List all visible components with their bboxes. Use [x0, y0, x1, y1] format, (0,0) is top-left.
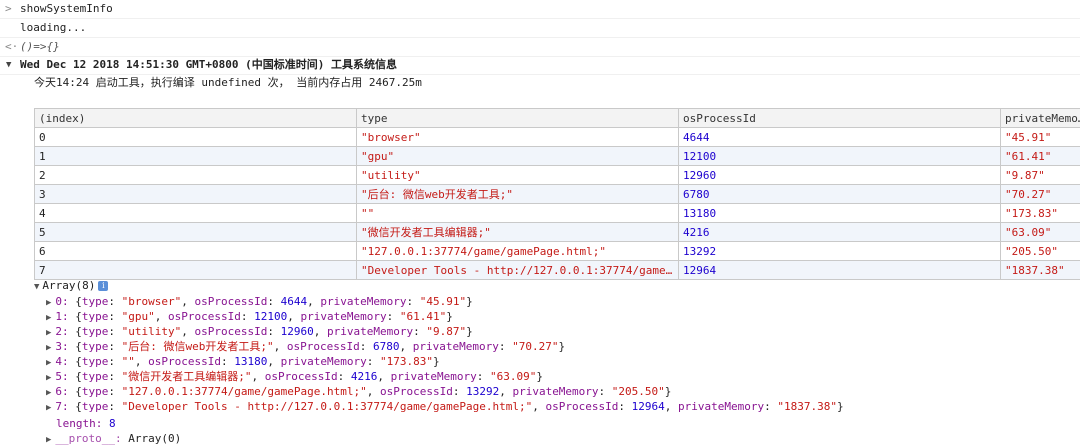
table-cell-osprocessid: 12960: [678, 165, 1001, 185]
expand-triangle-icon[interactable]: ▶: [46, 403, 51, 413]
table-cell-index: 5: [34, 222, 357, 242]
table-row[interactable]: 3 "后台: 微信web开发者工具;" 6780 "70.27": [34, 184, 1080, 204]
table-cell-index: 1: [34, 146, 357, 166]
console-group-message: 今天14:24 启动工具，执行编译 undefined 次， 当前内存占用 24…: [0, 74, 1080, 92]
table-cell-index: 6: [34, 241, 357, 261]
table-cell-type: "utility": [356, 165, 679, 185]
table-cell-type: "": [356, 203, 679, 223]
table-cell-privatememory: "61.41": [1000, 146, 1080, 166]
column-header-osprocessid[interactable]: osProcessId: [678, 108, 1001, 128]
console-return-line: <· ()=>{}: [0, 38, 1080, 57]
table-cell-type: "后台: 微信web开发者工具;": [356, 184, 679, 204]
console-log-line: loading...: [0, 19, 1080, 38]
table-cell-index: 3: [34, 184, 357, 204]
array-length: length: 8: [56, 417, 116, 430]
array-proto[interactable]: ▶ __proto__: Array(0): [46, 431, 181, 446]
table-row[interactable]: 5 "微信开发者工具编辑器;" 4216 "63.09": [34, 222, 1080, 242]
expand-triangle-icon[interactable]: ▶: [46, 328, 51, 338]
array-item[interactable]: ▶ 1: {type: "gpu", osProcessId: 12100, pr…: [46, 309, 453, 324]
table-cell-osprocessid: 6780: [678, 184, 1001, 204]
console-command: showSystemInfo: [20, 2, 113, 15]
console-group-header[interactable]: ▼ Wed Dec 12 2018 14:51:30 GMT+0800 (中国标…: [0, 56, 1080, 75]
array-item[interactable]: ▶ 4: {type: "", osProcessId: 13180, priva…: [46, 354, 440, 369]
table-cell-type: "127.0.0.1:37774/game/gamePage.html;": [356, 241, 679, 261]
table-row[interactable]: 4 "" 13180 "173.83": [34, 203, 1080, 223]
table-cell-index: 4: [34, 203, 357, 223]
table-cell-privatememory: "205.50": [1000, 241, 1080, 261]
table-cell-privatememory: "1837.38": [1000, 260, 1080, 280]
expand-triangle-icon[interactable]: ▶: [46, 358, 51, 368]
expand-triangle-icon[interactable]: ▶: [46, 343, 51, 353]
table-cell-osprocessid: 12100: [678, 146, 1001, 166]
prompt-chevron-icon: >: [5, 2, 12, 15]
array-item[interactable]: ▶ 6: {type: "127.0.0.1:37774/game/gamePag…: [46, 384, 671, 399]
expand-triangle-icon[interactable]: ▶: [46, 388, 51, 398]
table-row[interactable]: 1 "gpu" 12100 "61.41": [34, 146, 1080, 166]
table-row[interactable]: 7 "Developer Tools - http://127.0.0.1:377…: [34, 260, 1080, 280]
table-cell-index: 2: [34, 165, 357, 185]
table-cell-index: 7: [34, 260, 357, 280]
expand-triangle-icon[interactable]: ▶: [46, 435, 51, 445]
column-header-type[interactable]: type: [356, 108, 679, 128]
array-item[interactable]: ▶ 5: {type: "微信开发者工具编辑器;", osProcessId: 4…: [46, 369, 543, 384]
table-cell-type: "gpu": [356, 146, 679, 166]
table-cell-osprocessid: 13180: [678, 203, 1001, 223]
table-cell-osprocessid: 13292: [678, 241, 1001, 261]
table-row[interactable]: 2 "utility" 12960 "9.87": [34, 165, 1080, 185]
array-label: Array(8): [42, 279, 96, 292]
group-title: Wed Dec 12 2018 14:51:30 GMT+0800 (中国标准时…: [20, 58, 398, 71]
expand-triangle-icon[interactable]: ▶: [46, 298, 51, 308]
table-cell-type: "微信开发者工具编辑器;": [356, 222, 679, 242]
column-header-index[interactable]: (index): [34, 108, 357, 128]
collapse-triangle-icon[interactable]: ▼: [34, 282, 39, 292]
group-message: 今天14:24 启动工具，执行编译 undefined 次， 当前内存占用 24…: [34, 76, 422, 89]
array-item[interactable]: ▶ 0: {type: "browser", osProcessId: 4644,…: [46, 294, 473, 309]
array-item[interactable]: ▶ 3: {type: "后台: 微信web开发者工具;", osProcessI…: [46, 339, 565, 354]
column-header-privatememory[interactable]: privateMemory: [1000, 108, 1080, 128]
table-header-row: (index) type osProcessId privateMemory: [34, 108, 1080, 128]
expand-triangle-icon[interactable]: ▶: [46, 373, 51, 383]
expand-triangle-icon[interactable]: ▶: [46, 313, 51, 323]
table-cell-type: "Developer Tools - http://127.0.0.1:3777…: [356, 260, 679, 280]
table-cell-osprocessid: 4644: [678, 127, 1001, 147]
table-cell-index: 0: [34, 127, 357, 147]
return-arrow-icon: <·: [5, 40, 19, 53]
array-item[interactable]: ▶ 2: {type: "utility", osProcessId: 12960…: [46, 324, 473, 339]
table-cell-privatememory: "63.09": [1000, 222, 1080, 242]
table-cell-privatememory: "45.91": [1000, 127, 1080, 147]
table-cell-privatememory: "70.27": [1000, 184, 1080, 204]
array-node[interactable]: ▼ Array(8) i: [34, 279, 109, 292]
table-row[interactable]: 6 "127.0.0.1:37774/game/gamePage.html;" 13…: [34, 241, 1080, 261]
console-log-text: loading...: [20, 21, 87, 34]
table-cell-type: "browser": [356, 127, 679, 147]
console-input-line: > showSystemInfo: [0, 0, 1080, 19]
table-row[interactable]: 0 "browser" 4644 "45.91": [34, 127, 1080, 147]
console-table: (index) type osProcessId privateMemory 0…: [34, 108, 1080, 280]
table-cell-osprocessid: 4216: [678, 222, 1001, 242]
table-cell-osprocessid: 12964: [678, 260, 1001, 280]
collapse-triangle-icon[interactable]: ▼: [6, 56, 11, 74]
return-value[interactable]: ()=>{}: [20, 38, 60, 56]
info-icon[interactable]: i: [98, 281, 109, 291]
array-item[interactable]: ▶ 7: {type: "Developer Tools - http://127…: [46, 399, 844, 414]
table-cell-privatememory: "173.83": [1000, 203, 1080, 223]
table-cell-privatememory: "9.87": [1000, 165, 1080, 185]
